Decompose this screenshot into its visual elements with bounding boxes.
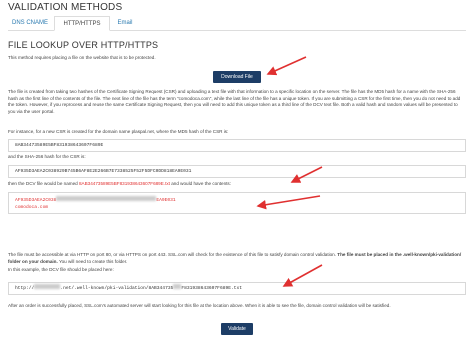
- arrow-dcv-contents: [256, 195, 321, 210]
- arrow-download-button: [266, 56, 307, 76]
- annotation-arrows: [256, 56, 323, 287]
- arrow-dcv-filename: [290, 166, 323, 183]
- arrow-dcv-url: [282, 264, 323, 287]
